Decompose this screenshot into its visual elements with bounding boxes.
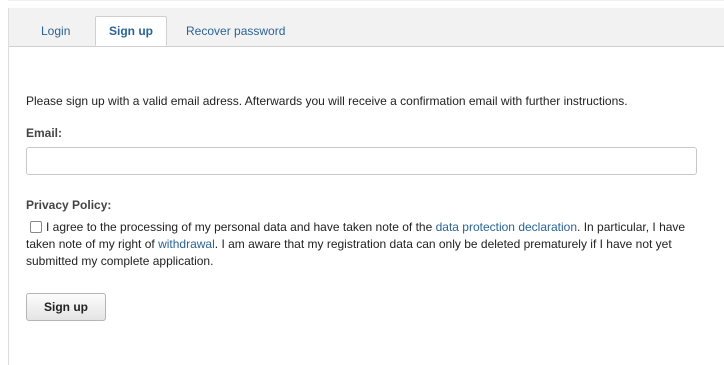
privacy-consent-checkbox[interactable] <box>30 221 42 233</box>
email-label: Email: <box>26 126 63 140</box>
signup-button[interactable]: Sign up <box>26 293 106 321</box>
signup-panel: Login Sign up Recover password Please si… <box>8 0 724 365</box>
intro-text: Please sign up with a valid email adress… <box>26 94 628 108</box>
privacy-policy-label: Privacy Policy: <box>26 198 112 212</box>
privacy-text-part-1: I agree to the processing of my personal… <box>46 220 436 234</box>
top-divider <box>8 0 724 1</box>
privacy-consent: I agree to the processing of my personal… <box>26 219 708 270</box>
tab-signup[interactable]: Sign up <box>95 16 167 46</box>
email-field[interactable] <box>26 147 697 175</box>
tab-recover-password[interactable]: Recover password <box>186 16 285 46</box>
content-left-border <box>8 46 9 365</box>
tab-login[interactable]: Login <box>41 16 70 46</box>
withdrawal-link[interactable]: withdrawal <box>158 237 215 251</box>
data-protection-declaration-link[interactable]: data protection declaration <box>436 220 577 234</box>
